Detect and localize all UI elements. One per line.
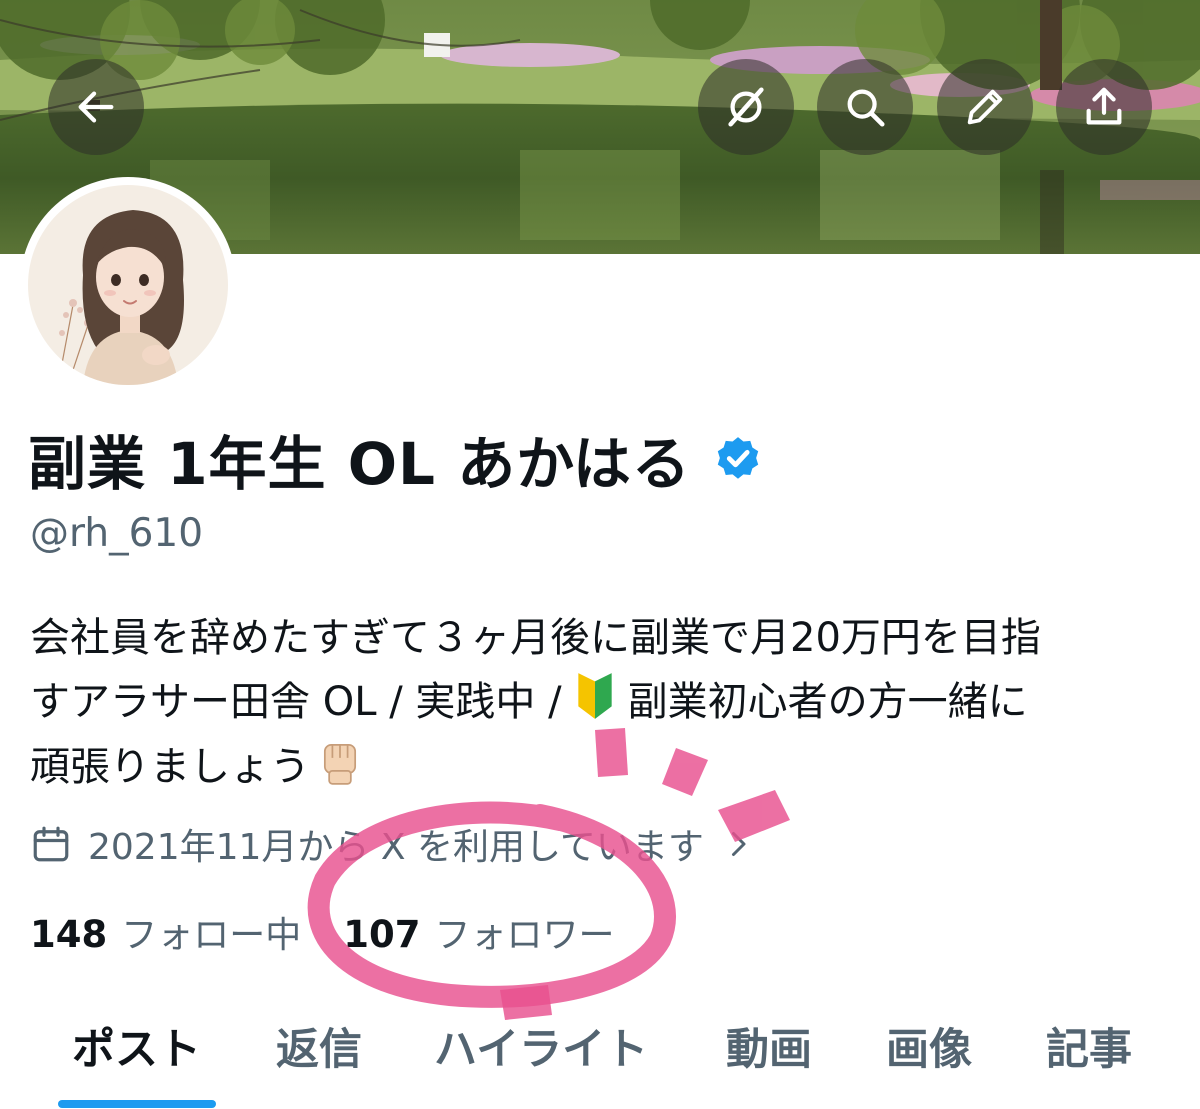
- joined-date-text: 2021年11月から X を利用しています: [88, 827, 704, 868]
- profile-display-name: 副業 1年生 OL あかはる: [28, 422, 763, 498]
- raised-fist-icon: [323, 743, 357, 785]
- bio-line: すアラサー田舎 OL / 実践中 / 副業初心者の方一緒に: [30, 670, 1180, 734]
- followers-link[interactable]: 107 フォロワー: [343, 906, 614, 958]
- verified-badge-icon[interactable]: [713, 434, 763, 484]
- profile-bio: 会社員を辞めたすぎて３ヶ月後に副業で月20万円を目指 すアラサー田舎 OL / …: [30, 606, 1180, 798]
- grok-icon: [728, 87, 764, 127]
- followers-label: フォロワー: [434, 915, 615, 956]
- tab-articles[interactable]: 記事: [1046, 1015, 1132, 1077]
- joined-date-row[interactable]: 2021年11月から X を利用しています: [30, 818, 756, 870]
- search-button[interactable]: [817, 59, 913, 155]
- tab-highlights[interactable]: ハイライト: [434, 1015, 648, 1077]
- chevron-right-icon: [731, 832, 746, 856]
- tab-videos[interactable]: 動画: [726, 1015, 812, 1077]
- bio-text: すアラサー田舎 OL / 実践中 /: [30, 679, 562, 725]
- bio-line: 会社員を辞めたすぎて３ヶ月後に副業で月20万円を目指: [30, 615, 1041, 661]
- active-tab-indicator: [58, 1100, 216, 1108]
- tab-images[interactable]: 画像: [886, 1015, 972, 1077]
- arrow-left-icon: [78, 91, 114, 123]
- bio-line: 頑張りましょう: [30, 734, 1180, 798]
- bio-text: 頑張りましょう: [30, 744, 310, 790]
- profile-handle: @rh_610: [30, 511, 204, 556]
- follow-stats: 148 フォロー中 107 フォロワー: [30, 904, 657, 960]
- pencil-icon: [967, 89, 1003, 125]
- followers-count: 107: [343, 913, 421, 956]
- grok-button[interactable]: [698, 59, 794, 155]
- following-label: フォロー中: [121, 915, 302, 956]
- profile-avatar[interactable]: [20, 177, 236, 393]
- display-name-text: 副業 1年生 OL あかはる: [28, 430, 691, 498]
- share-button[interactable]: [1056, 59, 1152, 155]
- tab-replies[interactable]: 返信: [276, 1015, 362, 1077]
- profile-tabs: ポスト 返信 ハイライト 動画 画像 記事: [0, 1005, 1200, 1109]
- calendar-icon: [33, 826, 69, 862]
- bio-text: 副業初心者の方一緒に: [627, 679, 1028, 725]
- back-button[interactable]: [48, 59, 144, 155]
- search-icon: [847, 89, 885, 127]
- beginner-mark-icon: [577, 673, 612, 719]
- following-link[interactable]: 148 フォロー中: [30, 906, 301, 958]
- edit-button[interactable]: [937, 59, 1033, 155]
- tab-posts[interactable]: ポスト: [72, 1015, 201, 1077]
- avatar-illustration: [28, 185, 228, 385]
- following-count: 148: [30, 913, 108, 956]
- share-icon: [1086, 87, 1122, 125]
